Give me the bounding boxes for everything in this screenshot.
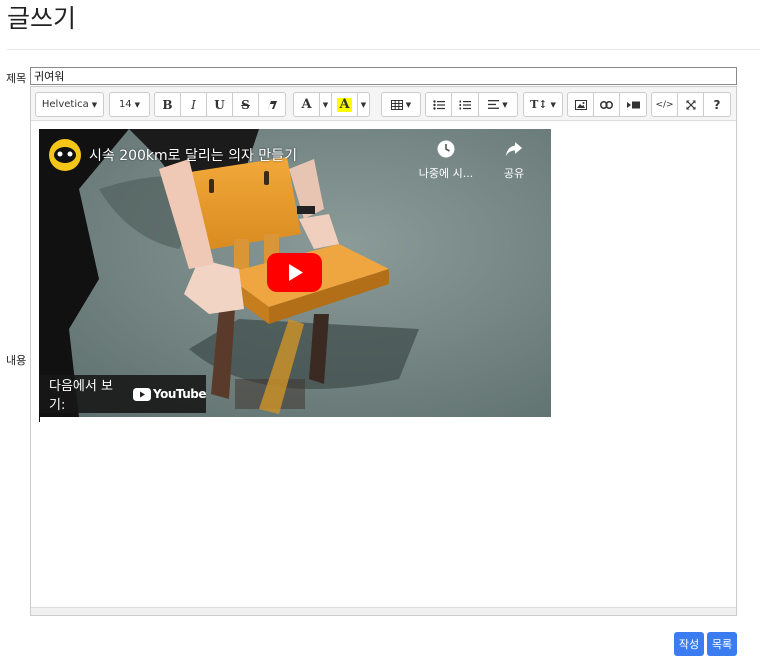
italic-button[interactable]: I bbox=[180, 92, 207, 117]
view-group: </> ? bbox=[651, 92, 731, 117]
underline-icon: U bbox=[214, 97, 225, 112]
code-view-icon: </> bbox=[655, 99, 674, 110]
chevron-down-icon: ▼ bbox=[322, 100, 329, 109]
text-cursor bbox=[39, 412, 40, 422]
chevron-down-icon: ▼ bbox=[550, 100, 556, 109]
insert-image-button[interactable] bbox=[567, 92, 594, 117]
embedded-youtube-video[interactable]: 시속 200km로 달리는 의자 만들기 나중에 시... 공유 다음에서 보기… bbox=[39, 129, 551, 417]
insert-video-button[interactable] bbox=[619, 92, 647, 117]
font-family-group: Helvetica ▼ bbox=[35, 92, 104, 117]
editor-content-area[interactable]: 시속 200km로 달리는 의자 만들기 나중에 시... 공유 다음에서 보기… bbox=[31, 122, 736, 608]
align-dropdown[interactable]: ▼ bbox=[478, 92, 518, 117]
help-button[interactable]: ? bbox=[703, 92, 731, 117]
highlight-icon: A bbox=[337, 96, 352, 112]
eraser-icon bbox=[267, 100, 277, 109]
youtube-logo: YouTube bbox=[132, 387, 207, 401]
table-group: ▼ bbox=[381, 92, 421, 117]
unordered-list-icon bbox=[432, 99, 445, 110]
chevron-down-icon: ▼ bbox=[502, 100, 508, 109]
paragraph-group: ▼ bbox=[425, 92, 518, 117]
font-style-group: B I U S bbox=[154, 92, 286, 117]
video-title[interactable]: 시속 200km로 달리는 의자 만들기 bbox=[89, 145, 297, 165]
ordered-list-icon bbox=[459, 100, 471, 109]
highlight-dropdown[interactable]: ▼ bbox=[357, 92, 370, 117]
font-family-value: Helvetica bbox=[41, 99, 89, 110]
font-size-dropdown[interactable]: 14 ▼ bbox=[109, 92, 150, 117]
align-icon bbox=[488, 100, 500, 109]
font-size-group: 14 ▼ bbox=[109, 92, 150, 117]
youtube-logo-icon bbox=[132, 387, 151, 401]
image-icon bbox=[574, 99, 587, 110]
font-size-value: 14 bbox=[118, 99, 132, 110]
watch-later-button[interactable]: 나중에 시... bbox=[414, 139, 478, 181]
color-group: A ▼ A ▼ bbox=[293, 92, 370, 117]
fullscreen-icon bbox=[686, 100, 695, 109]
ordered-list-button[interactable] bbox=[451, 92, 479, 117]
share-label: 공유 bbox=[503, 167, 525, 180]
editor-toolbar: Helvetica ▼ 14 ▼ B I U S A ▼ A ▼ ▼ ▼ T↕ … bbox=[31, 87, 736, 121]
table-button[interactable]: ▼ bbox=[381, 92, 421, 117]
subject-label: 제목 bbox=[6, 72, 27, 85]
font-color-icon: A bbox=[301, 97, 312, 112]
clock-icon bbox=[437, 140, 455, 158]
video-icon bbox=[626, 101, 640, 108]
share-icon bbox=[506, 142, 522, 156]
chevron-down-icon: ▼ bbox=[405, 100, 412, 109]
clear-format-button[interactable] bbox=[258, 92, 286, 117]
table-icon bbox=[390, 99, 403, 110]
watch-on-label: 다음에서 보기: bbox=[49, 379, 113, 413]
editor-resize-bar[interactable] bbox=[31, 607, 736, 615]
chevron-down-icon: ▼ bbox=[134, 100, 141, 109]
rich-text-editor: Helvetica ▼ 14 ▼ B I U S A ▼ A ▼ ▼ ▼ T↕ … bbox=[30, 86, 737, 616]
bold-icon: B bbox=[162, 97, 173, 112]
watch-on-youtube-button[interactable]: 다음에서 보기: YouTube bbox=[39, 375, 207, 413]
subject-input[interactable] bbox=[30, 67, 737, 85]
submit-button[interactable]: 작성 bbox=[674, 632, 704, 656]
channel-avatar[interactable] bbox=[49, 139, 81, 171]
watch-later-label: 나중에 시... bbox=[418, 167, 474, 180]
code-view-button[interactable]: </> bbox=[651, 92, 678, 117]
unordered-list-button[interactable] bbox=[425, 92, 452, 117]
help-icon: ? bbox=[713, 97, 721, 112]
insert-group bbox=[567, 92, 647, 117]
fullscreen-button[interactable] bbox=[677, 92, 704, 117]
font-color-button[interactable]: A bbox=[293, 92, 320, 117]
link-icon bbox=[600, 100, 613, 109]
font-family-dropdown[interactable]: Helvetica ▼ bbox=[35, 92, 104, 117]
list-button[interactable]: 목록 bbox=[707, 632, 737, 656]
highlight-button[interactable]: A bbox=[331, 92, 358, 117]
youtube-wordmark: YouTube bbox=[152, 387, 207, 401]
height-group: T↕ ▼ bbox=[523, 92, 563, 117]
title-divider bbox=[7, 49, 760, 50]
content-label: 내용 bbox=[6, 354, 27, 367]
line-height-dropdown[interactable]: T↕ ▼ bbox=[523, 92, 563, 117]
line-height-icon: T↕ bbox=[530, 98, 548, 111]
insert-link-button[interactable] bbox=[593, 92, 620, 117]
strikethrough-icon: S bbox=[241, 97, 250, 112]
strikethrough-button[interactable]: S bbox=[232, 92, 259, 117]
page-title: 글쓰기 bbox=[7, 4, 77, 33]
chevron-down-icon: ▼ bbox=[91, 100, 98, 109]
chevron-down-icon: ▼ bbox=[360, 100, 367, 109]
share-button[interactable]: 공유 bbox=[482, 139, 546, 181]
play-icon[interactable] bbox=[267, 253, 322, 292]
underline-button[interactable]: U bbox=[206, 92, 233, 117]
bold-button[interactable]: B bbox=[154, 92, 181, 117]
italic-icon: I bbox=[191, 97, 196, 112]
channel-logo-icon bbox=[54, 147, 76, 163]
